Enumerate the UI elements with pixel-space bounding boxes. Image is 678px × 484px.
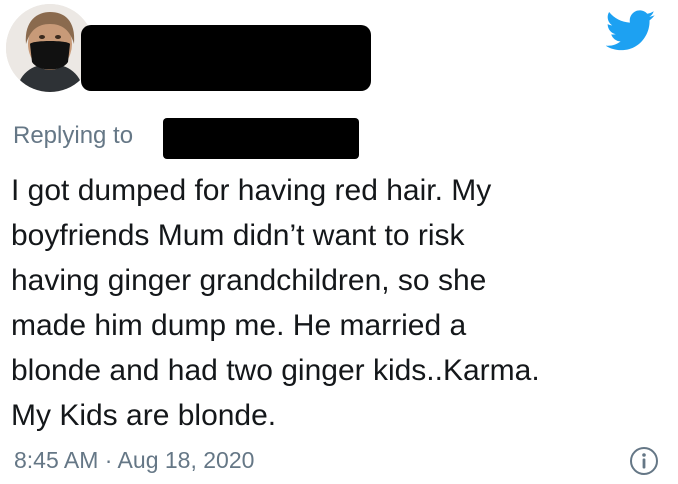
tweet-card: Replying to I got dumped for having red … <box>0 0 678 484</box>
tweet-body: I got dumped for having red hair. My boy… <box>11 168 661 438</box>
redacted-handle[interactable] <box>163 118 359 159</box>
tweet-line: I got dumped for having red hair. My <box>11 174 492 207</box>
twitter-bird-icon[interactable] <box>606 10 656 52</box>
replying-to-text: Replying to <box>13 122 134 149</box>
tweet-line: blonde and had two ginger kids..Karma. <box>11 354 540 387</box>
tweet-line: made him dump me. He married a <box>11 309 467 342</box>
replying-to-label: Replying to <box>13 122 133 150</box>
tweet-line: having ginger grandchildren, so she <box>11 264 487 297</box>
tweet-line: boyfriends Mum didn’t want to risk <box>11 219 465 252</box>
redacted-username <box>81 25 371 91</box>
info-icon[interactable] <box>629 446 659 476</box>
tweet-line: My Kids are blonde. <box>11 399 277 432</box>
tweet-timestamp[interactable]: 8:45 AM · Aug 18, 2020 <box>14 447 254 474</box>
